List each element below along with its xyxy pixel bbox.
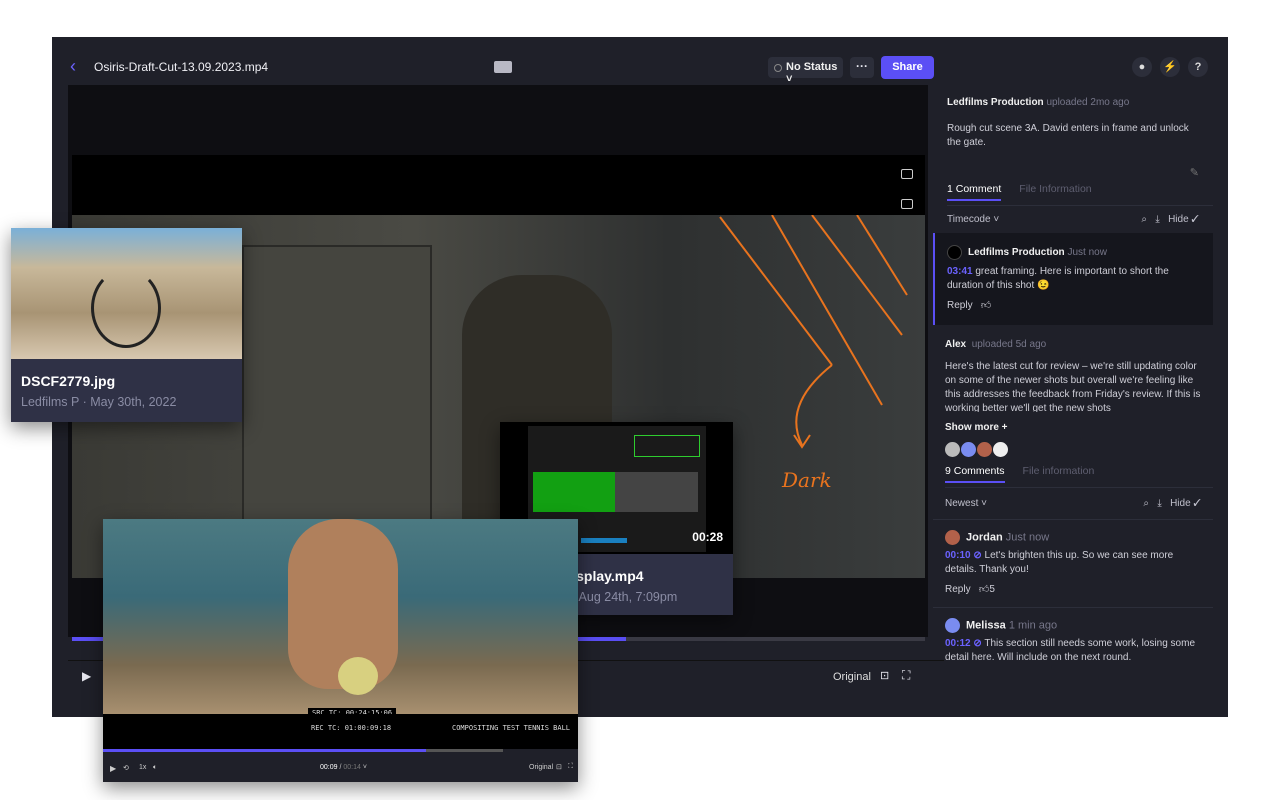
fullscreen-icon[interactable]: ⛶ [902,668,910,683]
hide-toggle-2[interactable]: Hide [1170,498,1191,509]
edit-pencil-icon[interactable]: ✎ [947,166,1199,179]
card-title: DSCF2779.jpg [21,373,116,389]
file-title: Osiris-Draft-Cut-13.09.2023.mp4 [94,60,269,74]
download-frame-icon[interactable] [901,169,913,179]
comment-timecode[interactable]: 03:41 [947,266,973,277]
reply-button[interactable]: Reply [945,584,971,595]
sort-dropdown-2[interactable]: Newest ˅ [945,498,987,509]
user-icon[interactable]: ● [1132,57,1152,77]
comment-item[interactable]: Jordan Just now 00:10 ⊘ Let's brighten t… [933,519,1213,607]
reply-button[interactable]: Reply [947,300,973,311]
comment-item[interactable]: Melissa 1 min ago 00:12 ⊘ This section s… [933,607,1213,675]
avatar [947,245,962,260]
quality-selector[interactable]: Original [529,764,553,771]
comment-toolbar-2: Newest ˅ ⌕ ⤓ Hide ✓ [945,498,1201,509]
status-label: No Status [786,61,838,73]
viewer-avatars [945,441,1201,459]
tab-comments[interactable]: 1 Comment [947,183,1002,201]
comment-text: great framing. Here is important to shor… [947,266,1169,291]
image-icon[interactable] [901,199,913,209]
like-count: 5 [989,584,995,595]
mini-player[interactable]: SRC TC: 00:24:15:06 REC TC: 01:00:09:18 … [103,519,578,782]
uploader-name: Ledfilms Production [947,97,1044,108]
comments-sidebar: Ledfilms Production uploaded 2mo ago Rou… [933,85,1213,717]
file-description: Rough cut scene 3A. David enters in fram… [947,123,1189,148]
loop-icon[interactable]: ⟲ [123,764,129,772]
card-meta: Ledfilms P · May 30th, 2022 [21,395,177,409]
more-button[interactable]: ··· [850,57,874,78]
chart-grey-area [615,472,698,512]
tab-file-information[interactable]: File Information [1019,183,1091,201]
status-box [634,435,700,457]
help-icon[interactable]: ? [1188,57,1208,77]
avatar [945,618,960,633]
hide-toggle[interactable]: Hide [1168,214,1189,225]
volume-icon[interactable]: 🔈︎ [153,764,157,772]
header: ‹ Osiris-Draft-Cut-13.09.2023.mp4 No Sta… [52,37,1228,85]
upload-description: Here's the latest cut for review – we're… [945,361,1201,412]
share-button[interactable]: Share [881,56,934,79]
tennis-ball [338,657,378,695]
search-icon[interactable]: ⌕ [1141,214,1147,225]
avatar [993,442,1008,458]
upload-meta: uploaded 2mo ago [1046,97,1130,108]
fit-icon[interactable]: ⊡ [556,763,562,771]
play-icon[interactable]: ▶ [110,764,116,773]
tab-file-information-2[interactable]: File information [1023,465,1095,483]
fullscreen-icon[interactable]: ⛶ [568,763,573,771]
avatar [977,442,992,458]
total-time: 00:14 [343,764,361,771]
rec-timecode: REC TC: 01:00:09:18 [311,724,392,732]
like-icon[interactable]: 👍︎ [981,300,991,311]
chart-label [581,538,627,543]
status-dropdown[interactable]: No Status ˅ [768,57,843,85]
annotation-drawing: Dark [719,215,908,492]
search-icon[interactable]: ⌕ [1143,498,1149,509]
current-time: 00:09 [320,764,338,771]
mini-video-frame: SRC TC: 00:24:15:06 [103,519,578,718]
download-icon[interactable]: ⤓ [1155,214,1159,225]
photo-thumbnail [11,228,242,359]
comment-timecode[interactable]: 00:10 [945,550,971,561]
comment-item[interactable]: Ledfilms Production Just now 03:41 great… [933,233,1213,325]
avatar [945,530,960,545]
duration-badge: 00:28 [692,530,723,544]
caption-text: COMPOSITING TEST TENNIS BALL [452,724,571,732]
annotation-text: Dark [781,468,832,492]
device-icon[interactable] [494,61,512,73]
back-chevron-icon[interactable]: ‹ [70,57,76,75]
bolt-icon[interactable]: ⚡ [1160,57,1180,77]
tab-comments-2[interactable]: 9 Comments [945,465,1005,483]
like-icon[interactable]: 👍︎ [979,584,989,595]
quality-selector[interactable]: Original [833,671,871,683]
download-icon[interactable]: ⤓ [1157,498,1161,509]
comment-toolbar: Timecode ˅ ⌕ ⤓ Hide ✓ [947,214,1199,225]
speed-selector[interactable]: 1x [139,764,146,771]
show-more-link[interactable]: Show more + [945,422,1201,433]
avatar [961,442,976,458]
avatar [945,442,960,458]
comment-timecode[interactable]: 00:12 [945,638,971,649]
play-icon[interactable]: ▶ [82,669,91,683]
photo-card[interactable]: DSCF2779.jpg Ledfilms P · May 30th, 2022 [11,228,242,422]
scene-door [242,245,432,565]
fit-icon[interactable]: ⊡ [880,669,889,682]
bicycle-shape [91,268,161,348]
sort-dropdown[interactable]: Timecode ˅ [947,214,999,225]
chart-green-area [533,472,615,512]
